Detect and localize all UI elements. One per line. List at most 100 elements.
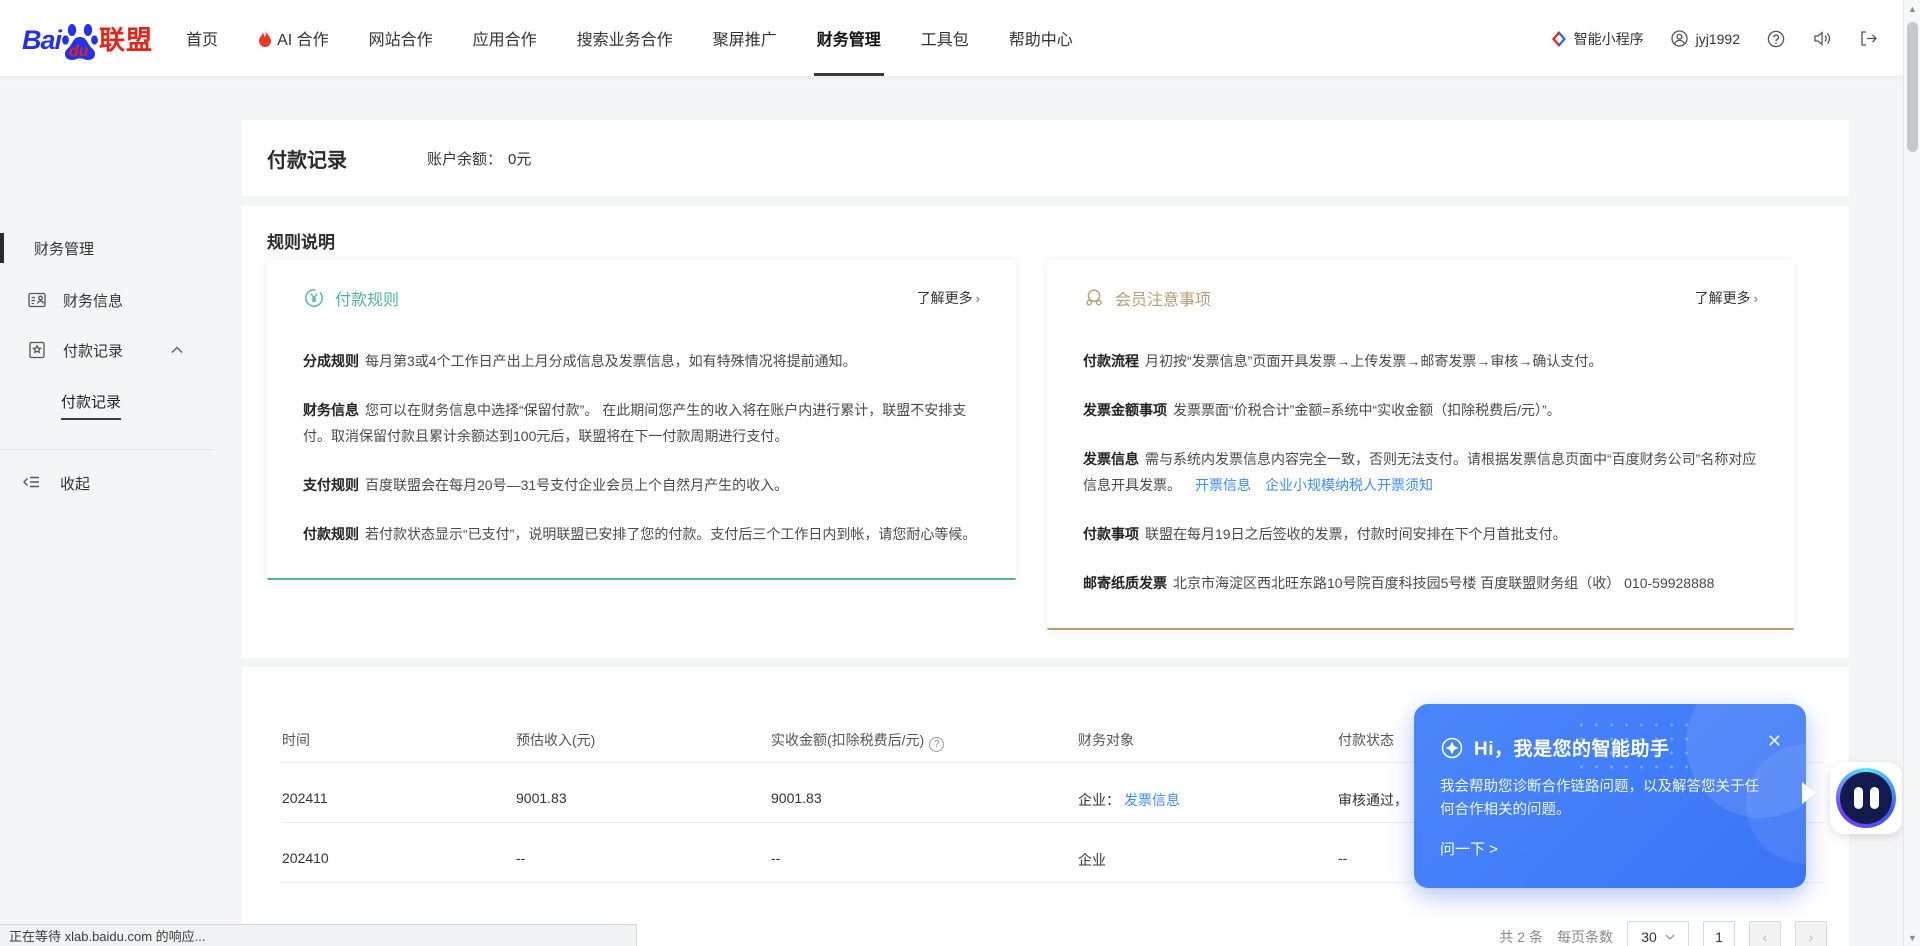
chevron-down-icon	[1665, 934, 1675, 940]
active-section-indicator	[0, 233, 4, 263]
small-taxpayer-guide-link[interactable]: 企业小规模纳税人开票须知	[1265, 477, 1433, 493]
cell-estimated: --	[516, 850, 525, 866]
member-notes-card: 会员注意事项 了解更多› 付款流程月初按“发票信息”页面开具发票→上传发票→邮寄…	[1047, 260, 1794, 630]
col-estimated: 预估收入(元)	[516, 730, 595, 750]
rule-pay-schedule: 支付规则百度联盟会在每月20号—31号支付企业会员上个自然月产生的收入。	[303, 472, 986, 498]
note-payment-matter: 付款事项联盟在每月19日之后签收的发票，付款时间安排在下个月首批支付。	[1083, 521, 1764, 547]
logo-text-du: du	[69, 43, 89, 61]
sidebar: 财务管理 财务信息 付款记录 付款记录 收起	[0, 77, 215, 946]
prev-page-button[interactable]: ‹	[1749, 921, 1781, 946]
cell-status: --	[1338, 850, 1347, 866]
assistant-message: 我会帮助您诊断合作链路问题，以及解答您关于任何合作相关的问题。	[1440, 776, 1770, 822]
nav-item-screen-promo[interactable]: 聚屏推广	[710, 0, 780, 76]
payment-rules-card-title: 付款规则	[335, 286, 399, 310]
sidebar-item-finance-info[interactable]: 财务信息	[0, 283, 215, 317]
scroll-down-arrow[interactable]: ▼	[1904, 929, 1920, 946]
per-page-label: 每页条数	[1557, 927, 1613, 946]
balance-value: 0元	[508, 151, 531, 168]
sidebar-item-payment-record[interactable]: 付款记录	[0, 333, 215, 367]
payment-rules-more-link[interactable]: 了解更多›	[917, 288, 980, 308]
next-page-button[interactable]: ›	[1795, 921, 1827, 946]
speaker-icon[interactable]	[1812, 29, 1832, 49]
cell-target: 企业	[1078, 850, 1106, 870]
per-page-select[interactable]: 30	[1627, 921, 1689, 946]
nav-item-app[interactable]: 应用合作	[470, 0, 540, 76]
note-invoice-amount: 发票金额事项发票票面“价税合计”金额=系统中“实收金额（扣除税费后/元）”。	[1083, 397, 1764, 423]
page-scrollbar[interactable]: ▲ ▼	[1903, 0, 1920, 946]
nav-item-website[interactable]: 网站合作	[366, 0, 436, 76]
assistant-title: Hi，我是您的智能助手	[1474, 734, 1670, 761]
scrollbar-thumb[interactable]	[1907, 22, 1918, 152]
logo-text-bai: Bai	[22, 20, 61, 60]
rules-title: 规则说明	[267, 228, 335, 253]
chevron-up-icon[interactable]	[171, 346, 183, 354]
member-notes-more-link[interactable]: 了解更多›	[1695, 288, 1758, 308]
assistant-popup: Hi，我是您的智能助手 ✕ 我会帮助您诊断合作链路问题，以及解答您关于任何合作相…	[1414, 704, 1806, 888]
nav-item-search-business[interactable]: 搜索业务合作	[574, 0, 676, 76]
status-text: 正在等待 xlab.baidu.com 的响应...	[9, 926, 206, 945]
finance-info-icon	[27, 290, 47, 310]
member-notes-card-title: 会员注意事项	[1115, 286, 1211, 310]
note-mail-invoice: 邮寄纸质发票北京市海淀区西北旺东路10号院百度科技园5号楼 百度联盟财务组（收）…	[1083, 570, 1764, 596]
main-nav: 首页 AI 合作 网站合作 应用合作 搜索业务合作 聚屏推广 财务管理 工具包 …	[183, 0, 1076, 76]
help-icon[interactable]	[1766, 29, 1786, 49]
user-account[interactable]: jyj1992	[1670, 29, 1740, 49]
compass-icon	[1440, 736, 1464, 760]
collapse-icon	[22, 474, 40, 492]
cell-actual: 9001.83	[771, 790, 822, 806]
sidebar-divider	[0, 449, 215, 450]
cell-actual: --	[771, 850, 780, 866]
total-count: 共 2 条	[1499, 927, 1543, 946]
logout-icon[interactable]	[1858, 29, 1878, 49]
member-badge-icon	[1083, 287, 1105, 309]
nav-item-finance[interactable]: 财务管理	[814, 0, 884, 76]
chevron-right-icon: ›	[976, 291, 980, 306]
cell-time: 202411	[282, 790, 328, 806]
user-icon	[1670, 29, 1690, 49]
logo-text-union: 联盟	[99, 20, 153, 60]
payment-record-icon	[27, 340, 47, 360]
robot-avatar	[1836, 768, 1896, 828]
col-time: 时间	[282, 730, 310, 750]
paw-icon: du	[62, 20, 98, 60]
cell-time: 202410	[282, 850, 329, 866]
coin-yuan-icon	[303, 287, 325, 309]
page-title: 付款记录	[267, 144, 347, 173]
balance-label: 账户余额：	[427, 151, 502, 168]
scroll-up-arrow[interactable]: ▲	[1904, 0, 1920, 17]
payment-rules-card: 付款规则 了解更多› 分成规则每月第3或4个工作日产出上月分成信息及发票信息，如…	[267, 260, 1016, 580]
col-status: 付款状态	[1338, 730, 1394, 750]
baidu-union-logo[interactable]: Bai du 联盟	[22, 16, 153, 60]
topbar-right-cluster: 智能小程序 jyj1992	[1550, 0, 1878, 77]
nav-item-home[interactable]: 首页	[183, 0, 221, 76]
col-actual: 实收金额(扣除税费后/元)?	[771, 730, 944, 752]
nav-item-toolkit[interactable]: 工具包	[918, 0, 972, 76]
ask-now-link[interactable]: 问一下 >	[1440, 838, 1498, 859]
account-balance: 账户余额： 0元	[427, 148, 531, 169]
rules-panel: 规则说明 付款规则 了解更多› 分成规则每月第3或4个工作日产出上月分成信息及发…	[242, 206, 1849, 658]
sidebar-subitem-payment-record[interactable]: 付款记录	[61, 391, 121, 420]
page-number-button[interactable]: 1	[1703, 921, 1735, 946]
question-circle-icon[interactable]: ?	[929, 737, 944, 752]
note-payment-flow: 付款流程月初按“发票信息”页面开具发票→上传发票→邮寄发票→审核→确认支付。	[1083, 348, 1764, 374]
col-target: 财务对象	[1078, 730, 1134, 750]
invoice-info-table-link[interactable]: 发票信息	[1124, 792, 1180, 808]
cell-estimated: 9001.83	[516, 790, 567, 806]
invoice-info-link[interactable]: 开票信息	[1195, 477, 1251, 493]
nav-item-ai[interactable]: AI 合作	[255, 0, 332, 76]
pagination: 共 2 条 每页条数 30 1 ‹ ›	[1499, 921, 1827, 946]
sidebar-collapse-button[interactable]: 收起	[0, 469, 215, 497]
browser-status-bar: 正在等待 xlab.baidu.com 的响应...	[0, 924, 637, 946]
close-icon[interactable]: ✕	[1767, 732, 1782, 750]
sidebar-section-finance[interactable]: 财务管理	[0, 233, 215, 263]
note-invoice-info: 发票信息需与系统内发票信息内容完全一致，否则无法支付。请根据发票信息页面中“百度…	[1083, 446, 1764, 498]
assistant-robot-button[interactable]	[1830, 762, 1902, 834]
cell-status: 审核通过，	[1338, 790, 1408, 810]
rule-finance-info: 财务信息您可以在财务信息中选择“保留付款”。 在此期间您产生的收入将在账户内进行…	[303, 397, 986, 449]
cell-target: 企业：发票信息	[1078, 790, 1180, 810]
rule-pay-status: 付款规则若付款状态显示“已支付”，说明联盟已安排了您的付款。支付后三个工作日内到…	[303, 521, 986, 547]
payment-record-header-panel: 付款记录 账户余额： 0元	[242, 120, 1849, 196]
miniapp-entry[interactable]: 智能小程序	[1550, 29, 1644, 49]
nav-item-help-center[interactable]: 帮助中心	[1006, 0, 1076, 76]
popup-tail-arrow	[1802, 782, 1816, 804]
